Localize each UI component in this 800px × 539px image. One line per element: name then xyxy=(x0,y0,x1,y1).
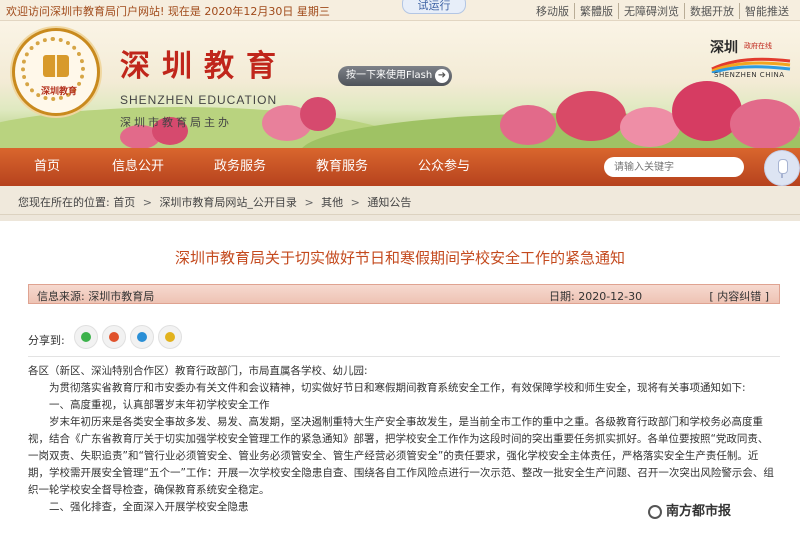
nav-item-home[interactable]: 首页 xyxy=(34,148,60,186)
flash-button[interactable]: 按一下来使用Flash ➜ xyxy=(338,66,452,86)
shenzhen-gov-logo[interactable]: 深圳 政府在线 SHENZHEN CHINA xyxy=(710,37,792,81)
banner-flower xyxy=(300,97,336,131)
nav-item-gov-services[interactable]: 政务服务 xyxy=(214,148,266,186)
article-meta-bar: 信息来源: 深圳市教育局 日期: 2020-12-30 [ 内容纠错 ] xyxy=(28,284,780,304)
banner-flower xyxy=(500,105,556,145)
breadcrumb-catalog[interactable]: 深圳市教育局网站_公开目录 xyxy=(159,196,297,209)
banner-flower xyxy=(730,99,800,148)
breadcrumb-separator: > xyxy=(350,196,360,209)
link-accessibility[interactable]: 无障碍浏览 xyxy=(618,3,684,19)
emblem-text: 深圳教育 xyxy=(40,87,77,97)
banner-flower xyxy=(556,91,626,141)
education-emblem-logo[interactable]: 深圳教育 xyxy=(12,28,100,116)
banner-flower xyxy=(620,107,680,147)
flash-button-label: 按一下来使用Flash xyxy=(346,70,433,81)
article-paragraph: 各区（新区、深汕特别合作区）教育行政部门，市局直属各学校、幼儿园: xyxy=(28,365,368,377)
article-paragraph: 岁末年初历来是各类安全事故多发、易发、高发期，坚决遏制重特大生产安全事故发生，是… xyxy=(28,416,774,496)
top-bar: 欢迎访问深圳市教育局门户网站! 现在是 2020年12月30日 星期三 试运行 … xyxy=(0,0,800,21)
nav-item-edu-services[interactable]: 教育服务 xyxy=(316,148,368,186)
top-links: 移动版 繁體版 无障碍浏览 数据开放 智能推送 xyxy=(531,3,794,19)
site-title: 深圳教育 xyxy=(120,49,288,84)
main-nav: 首页 信息公开 政务服务 教育服务 公众参与 xyxy=(0,148,800,186)
breadcrumb-separator: > xyxy=(142,196,152,209)
nav-item-public-participation[interactable]: 公众参与 xyxy=(418,148,470,186)
rainbow-wave-icon xyxy=(711,57,791,73)
book-icon xyxy=(43,55,69,77)
link-open-data[interactable]: 数据开放 xyxy=(684,3,739,19)
qq-icon[interactable] xyxy=(130,325,154,349)
article-container: 深圳市教育局关于切实做好节日和寒假期间学校安全工作的紧急通知 信息来源: 深圳市… xyxy=(0,221,800,539)
site-title-en: SHENZHEN EDUCATION xyxy=(120,93,278,107)
wechat-account-icon xyxy=(648,504,662,519)
article-title: 深圳市教育局关于切实做好节日和寒假期间学校安全工作的紧急通知 xyxy=(174,249,625,267)
header-banner: 深圳教育 深圳教育 SHENZHEN EDUCATION 深圳市教育局主办 按一… xyxy=(0,21,800,148)
article-paragraph: 为贯彻落实省教育厅和市安委办有关文件和会议精神，切实做好节日和寒假期间教育系统安… xyxy=(28,382,746,394)
city-logo-small: 政府在线 xyxy=(744,42,772,50)
article-body: 各区（新区、深汕特别合作区）教育行政部门，市局直属各学校、幼儿园: 为贯彻落实省… xyxy=(28,363,778,516)
wechat-icon[interactable] xyxy=(74,325,98,349)
content-correction-link[interactable]: [ 内容纠错 ] xyxy=(709,288,769,304)
nav-item-info-disclosure[interactable]: 信息公开 xyxy=(112,148,164,186)
microphone-icon[interactable] xyxy=(764,150,800,186)
breadcrumb: 您现在所在的位置: 首页 > 深圳市教育局网站_公开目录 > 其他 > 通知公告 xyxy=(0,186,800,215)
breadcrumb-notices[interactable]: 通知公告 xyxy=(367,196,411,209)
search-input[interactable] xyxy=(604,157,744,177)
breadcrumb-prefix: 您现在所在的位置: xyxy=(18,196,110,209)
info-source: 信息来源: 深圳市教育局 xyxy=(37,290,155,303)
newspaper-watermark: 南方都市报 xyxy=(644,499,736,520)
link-traditional[interactable]: 繁體版 xyxy=(574,3,618,19)
city-logo-en: SHENZHEN CHINA xyxy=(714,71,785,79)
breadcrumb-other[interactable]: 其他 xyxy=(321,196,343,209)
arrow-right-icon: ➜ xyxy=(435,69,449,83)
watermark-text: 南方都市报 xyxy=(666,504,732,519)
link-smart-push[interactable]: 智能推送 xyxy=(739,3,794,19)
link-mobile[interactable]: 移动版 xyxy=(531,3,574,19)
weibo-icon[interactable] xyxy=(102,325,126,349)
breadcrumb-separator: > xyxy=(304,196,314,209)
article-paragraph: 一、高度重视，认真部署岁末年初学校安全工作 xyxy=(28,399,270,411)
qzone-icon[interactable] xyxy=(158,325,182,349)
share-label: 分享到: xyxy=(28,334,65,347)
welcome-text: 欢迎访问深圳市教育局门户网站! 现在是 2020年12月30日 星期三 xyxy=(6,5,330,18)
divider xyxy=(28,356,780,357)
breadcrumb-home[interactable]: 首页 xyxy=(113,196,135,209)
publish-date: 日期: 2020-12-30 xyxy=(549,290,643,303)
site-subtitle: 深圳市教育局主办 xyxy=(120,116,232,129)
trial-badge[interactable]: 试运行 xyxy=(402,0,466,14)
